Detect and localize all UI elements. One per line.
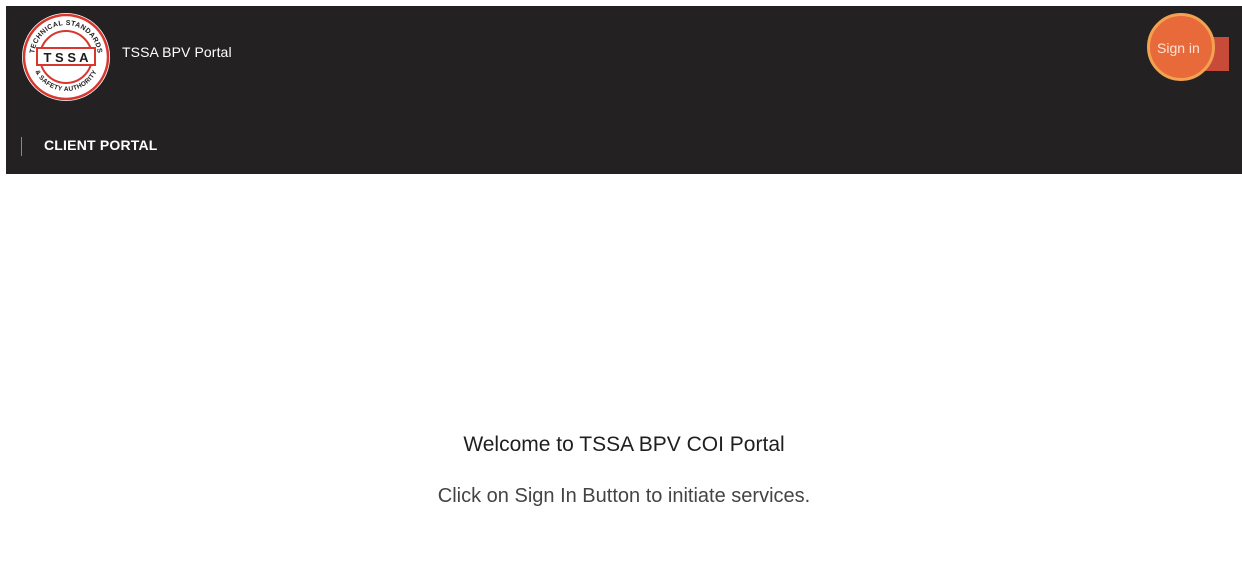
brand-title[interactable]: TSSA BPV Portal xyxy=(122,44,232,60)
tssa-logo-icon[interactable]: T S S A TECHNICAL STANDARDS & SAFETY AUT… xyxy=(20,11,112,103)
nav-divider xyxy=(21,137,22,156)
top-navbar: T S S A TECHNICAL STANDARDS & SAFETY AUT… xyxy=(6,6,1242,174)
welcome-title: Welcome to TSSA BPV COI Portal xyxy=(463,433,785,456)
sign-in-button[interactable]: Sign in xyxy=(1155,37,1202,59)
welcome-subtitle: Click on Sign In Button to initiate serv… xyxy=(437,485,811,507)
nav-item-client-portal[interactable]: CLIENT PORTAL xyxy=(44,137,158,153)
logo-center-text: T S S A xyxy=(43,50,89,65)
page: T S S A TECHNICAL STANDARDS & SAFETY AUT… xyxy=(6,6,1242,566)
tssa-logo-graphic: T S S A TECHNICAL STANDARDS & SAFETY AUT… xyxy=(22,13,110,101)
sign-in-area: Sign in xyxy=(1147,13,1237,85)
